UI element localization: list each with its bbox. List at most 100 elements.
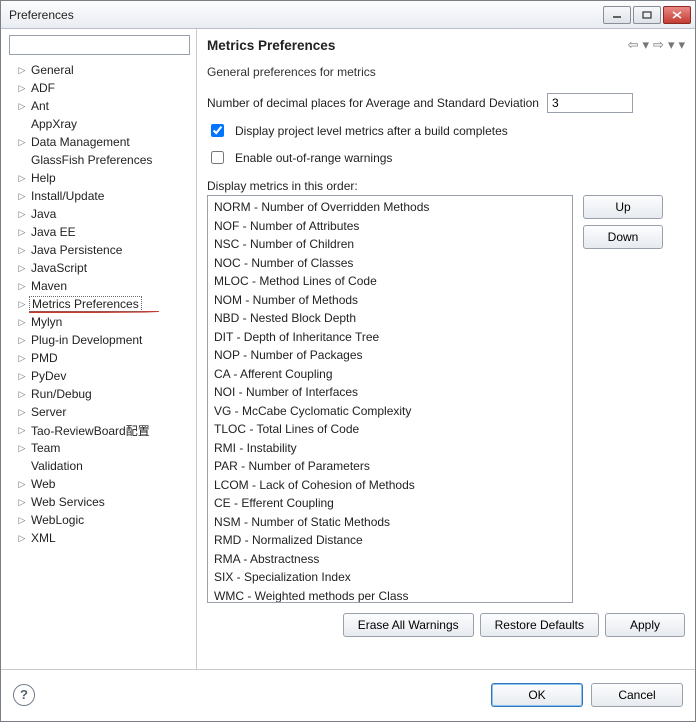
back-menu-icon[interactable]: ▾	[643, 37, 650, 53]
list-item[interactable]: CE - Efferent Coupling	[210, 494, 570, 513]
restore-defaults-button[interactable]: Restore Defaults	[480, 613, 599, 637]
apply-button[interactable]: Apply	[605, 613, 685, 637]
list-item[interactable]: NSM - Number of Static Methods	[210, 513, 570, 532]
tree-item[interactable]: ▷Data Management	[7, 133, 194, 151]
expand-icon[interactable]: ▷	[17, 173, 27, 184]
list-item[interactable]: NOP - Number of Packages	[210, 346, 570, 365]
tree-item[interactable]: ▷Server	[7, 403, 194, 421]
tree-item[interactable]: ▷General	[7, 61, 194, 79]
close-button[interactable]	[663, 6, 691, 24]
list-item[interactable]: VG - McCabe Cyclomatic Complexity	[210, 402, 570, 421]
expand-icon[interactable]: ▷	[17, 515, 27, 526]
list-item[interactable]: TLOC - Total Lines of Code	[210, 420, 570, 439]
list-item[interactable]: DIT - Depth of Inheritance Tree	[210, 328, 570, 347]
tree-item[interactable]: ▷Maven	[7, 277, 194, 295]
forward-icon[interactable]: ⇨	[653, 37, 664, 53]
list-item[interactable]: RMI - Instability	[210, 439, 570, 458]
down-button[interactable]: Down	[583, 225, 663, 249]
expand-icon[interactable]: ▷	[17, 245, 27, 256]
tree-item[interactable]: ▷Help	[7, 169, 194, 187]
list-item[interactable]: SIX - Specialization Index	[210, 568, 570, 587]
erase-warnings-button[interactable]: Erase All Warnings	[343, 613, 474, 637]
tree-item[interactable]: ▷JavaScript	[7, 259, 194, 277]
list-item[interactable]: NSC - Number of Children	[210, 235, 570, 254]
maximize-button[interactable]	[633, 6, 661, 24]
help-icon[interactable]: ?	[13, 684, 35, 706]
expand-icon[interactable]: ▷	[17, 353, 27, 364]
list-item[interactable]: NORM - Number of Overridden Methods	[210, 198, 570, 217]
preferences-tree[interactable]: ▷General▷ADF▷AntAppXray▷Data ManagementG…	[5, 61, 194, 663]
tree-item[interactable]: ▷XML	[7, 529, 194, 547]
expand-icon[interactable]: ▷	[17, 479, 27, 490]
tree-item[interactable]: ▷PMD	[7, 349, 194, 367]
tree-item[interactable]: ▷Ant	[7, 97, 194, 115]
expand-icon[interactable]: ▷	[17, 137, 27, 148]
tree-item-label: Tao-ReviewBoard配置	[29, 422, 152, 439]
expand-icon[interactable]: ▷	[17, 263, 27, 274]
tree-item[interactable]: ▷Team	[7, 439, 194, 457]
tree-item[interactable]: ▷ADF	[7, 79, 194, 97]
ok-button[interactable]: OK	[491, 683, 583, 707]
list-item[interactable]: NOM - Number of Methods	[210, 291, 570, 310]
expand-icon[interactable]: ▷	[17, 425, 27, 436]
cancel-button[interactable]: Cancel	[591, 683, 683, 707]
expand-icon[interactable]: ▷	[17, 101, 27, 112]
view-menu-icon[interactable]: ▾	[678, 37, 685, 53]
expand-icon[interactable]: ▷	[17, 335, 27, 346]
tree-item[interactable]: ▷WebLogic	[7, 511, 194, 529]
expand-icon[interactable]: ▷	[17, 299, 27, 310]
list-item[interactable]: PAR - Number of Parameters	[210, 457, 570, 476]
expand-icon[interactable]: ▷	[17, 191, 27, 202]
list-item[interactable]: WMC - Weighted methods per Class	[210, 587, 570, 604]
tree-item[interactable]: ▷Web Services	[7, 493, 194, 511]
list-item[interactable]: RMD - Normalized Distance	[210, 531, 570, 550]
list-item[interactable]: MLOC - Method Lines of Code	[210, 272, 570, 291]
tree-item[interactable]: ▷Java	[7, 205, 194, 223]
forward-menu-icon[interactable]: ▾	[668, 37, 675, 53]
tree-item[interactable]: ▷Metrics Preferences	[7, 295, 194, 313]
expand-icon[interactable]: ▷	[17, 281, 27, 292]
display-after-build-checkbox[interactable]	[211, 124, 224, 137]
tree-item-label: Data Management	[29, 135, 132, 149]
tree-item[interactable]: ▷PyDev	[7, 367, 194, 385]
metrics-order-list[interactable]: NORM - Number of Overridden MethodsNOF -…	[207, 195, 573, 603]
expand-icon[interactable]: ▷	[17, 65, 27, 76]
list-item[interactable]: NOC - Number of Classes	[210, 254, 570, 273]
tree-item[interactable]: ▷Java Persistence	[7, 241, 194, 259]
decimal-places-input[interactable]	[547, 93, 633, 113]
tree-item[interactable]: GlassFish Preferences	[7, 151, 194, 169]
up-button[interactable]: Up	[583, 195, 663, 219]
list-item[interactable]: NBD - Nested Block Depth	[210, 309, 570, 328]
filter-input[interactable]	[9, 35, 190, 55]
expand-icon[interactable]: ▷	[17, 533, 27, 544]
tree-item[interactable]: ▷Tao-ReviewBoard配置	[7, 421, 194, 439]
expand-icon[interactable]: ▷	[17, 407, 27, 418]
expand-icon[interactable]: ▷	[17, 389, 27, 400]
tree-item[interactable]: ▷Plug-in Development	[7, 331, 194, 349]
tree-item-label: Web Services	[29, 495, 107, 509]
tree-item[interactable]: ▷Run/Debug	[7, 385, 194, 403]
expand-icon[interactable]: ▷	[17, 443, 27, 454]
expand-icon[interactable]: ▷	[17, 83, 27, 94]
list-item[interactable]: NOF - Number of Attributes	[210, 217, 570, 236]
expand-icon[interactable]: ▷	[17, 371, 27, 382]
back-icon[interactable]: ⇦	[628, 37, 639, 53]
expand-icon[interactable]: ▷	[17, 209, 27, 220]
tree-item[interactable]: ▷Java EE	[7, 223, 194, 241]
expand-icon[interactable]: ▷	[17, 497, 27, 508]
tree-item[interactable]: AppXray	[7, 115, 194, 133]
tree-item[interactable]: ▷Install/Update	[7, 187, 194, 205]
list-item[interactable]: LCOM - Lack of Cohesion of Methods	[210, 476, 570, 495]
list-item[interactable]: NOI - Number of Interfaces	[210, 383, 570, 402]
minimize-button[interactable]	[603, 6, 631, 24]
preferences-tree-pane: ▷General▷ADF▷AntAppXray▷Data ManagementG…	[1, 29, 197, 669]
tree-item[interactable]: ▷Web	[7, 475, 194, 493]
tree-item[interactable]: ▷Mylyn	[7, 313, 194, 331]
expand-icon[interactable]: ▷	[17, 227, 27, 238]
enable-warnings-checkbox[interactable]	[211, 151, 224, 164]
tree-item[interactable]: Validation	[7, 457, 194, 475]
expand-icon[interactable]: ▷	[17, 317, 27, 328]
tree-item-label: Team	[29, 441, 62, 455]
list-item[interactable]: RMA - Abstractness	[210, 550, 570, 569]
list-item[interactable]: CA - Afferent Coupling	[210, 365, 570, 384]
